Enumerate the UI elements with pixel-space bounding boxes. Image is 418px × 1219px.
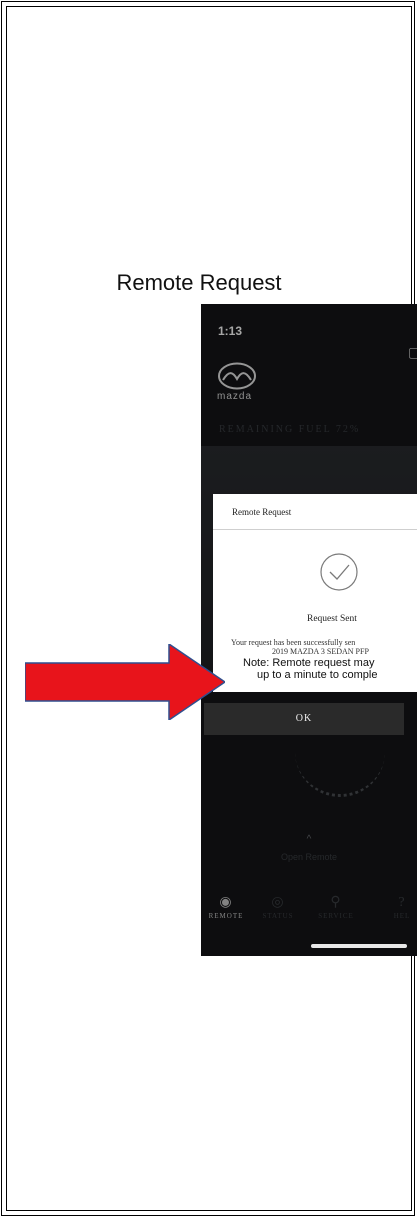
note-line-2: up to a minute to comple [257, 669, 378, 681]
message-line-1: Your request has been successfully sen [231, 638, 356, 647]
message-line-2: 2019 MAZDA 3 SEDAN PFP [272, 647, 369, 656]
note-line-1: Note: Remote request may [243, 657, 375, 669]
red-arrow-icon [25, 644, 225, 720]
phone-screenshot: 1:13 ▢ mazda REMAINING FUEL 72% ^ Open R… [201, 304, 417, 956]
checkmark-icon [320, 553, 358, 591]
ok-button[interactable]: OK [204, 703, 404, 735]
dialog-title: Remote Request [213, 494, 417, 530]
page-caption: Remote Request [116, 270, 282, 295]
remote-request-dialog: Remote Request Request Sent Your request… [213, 494, 417, 692]
status-text: Request Sent [307, 614, 357, 624]
home-indicator [311, 944, 407, 948]
